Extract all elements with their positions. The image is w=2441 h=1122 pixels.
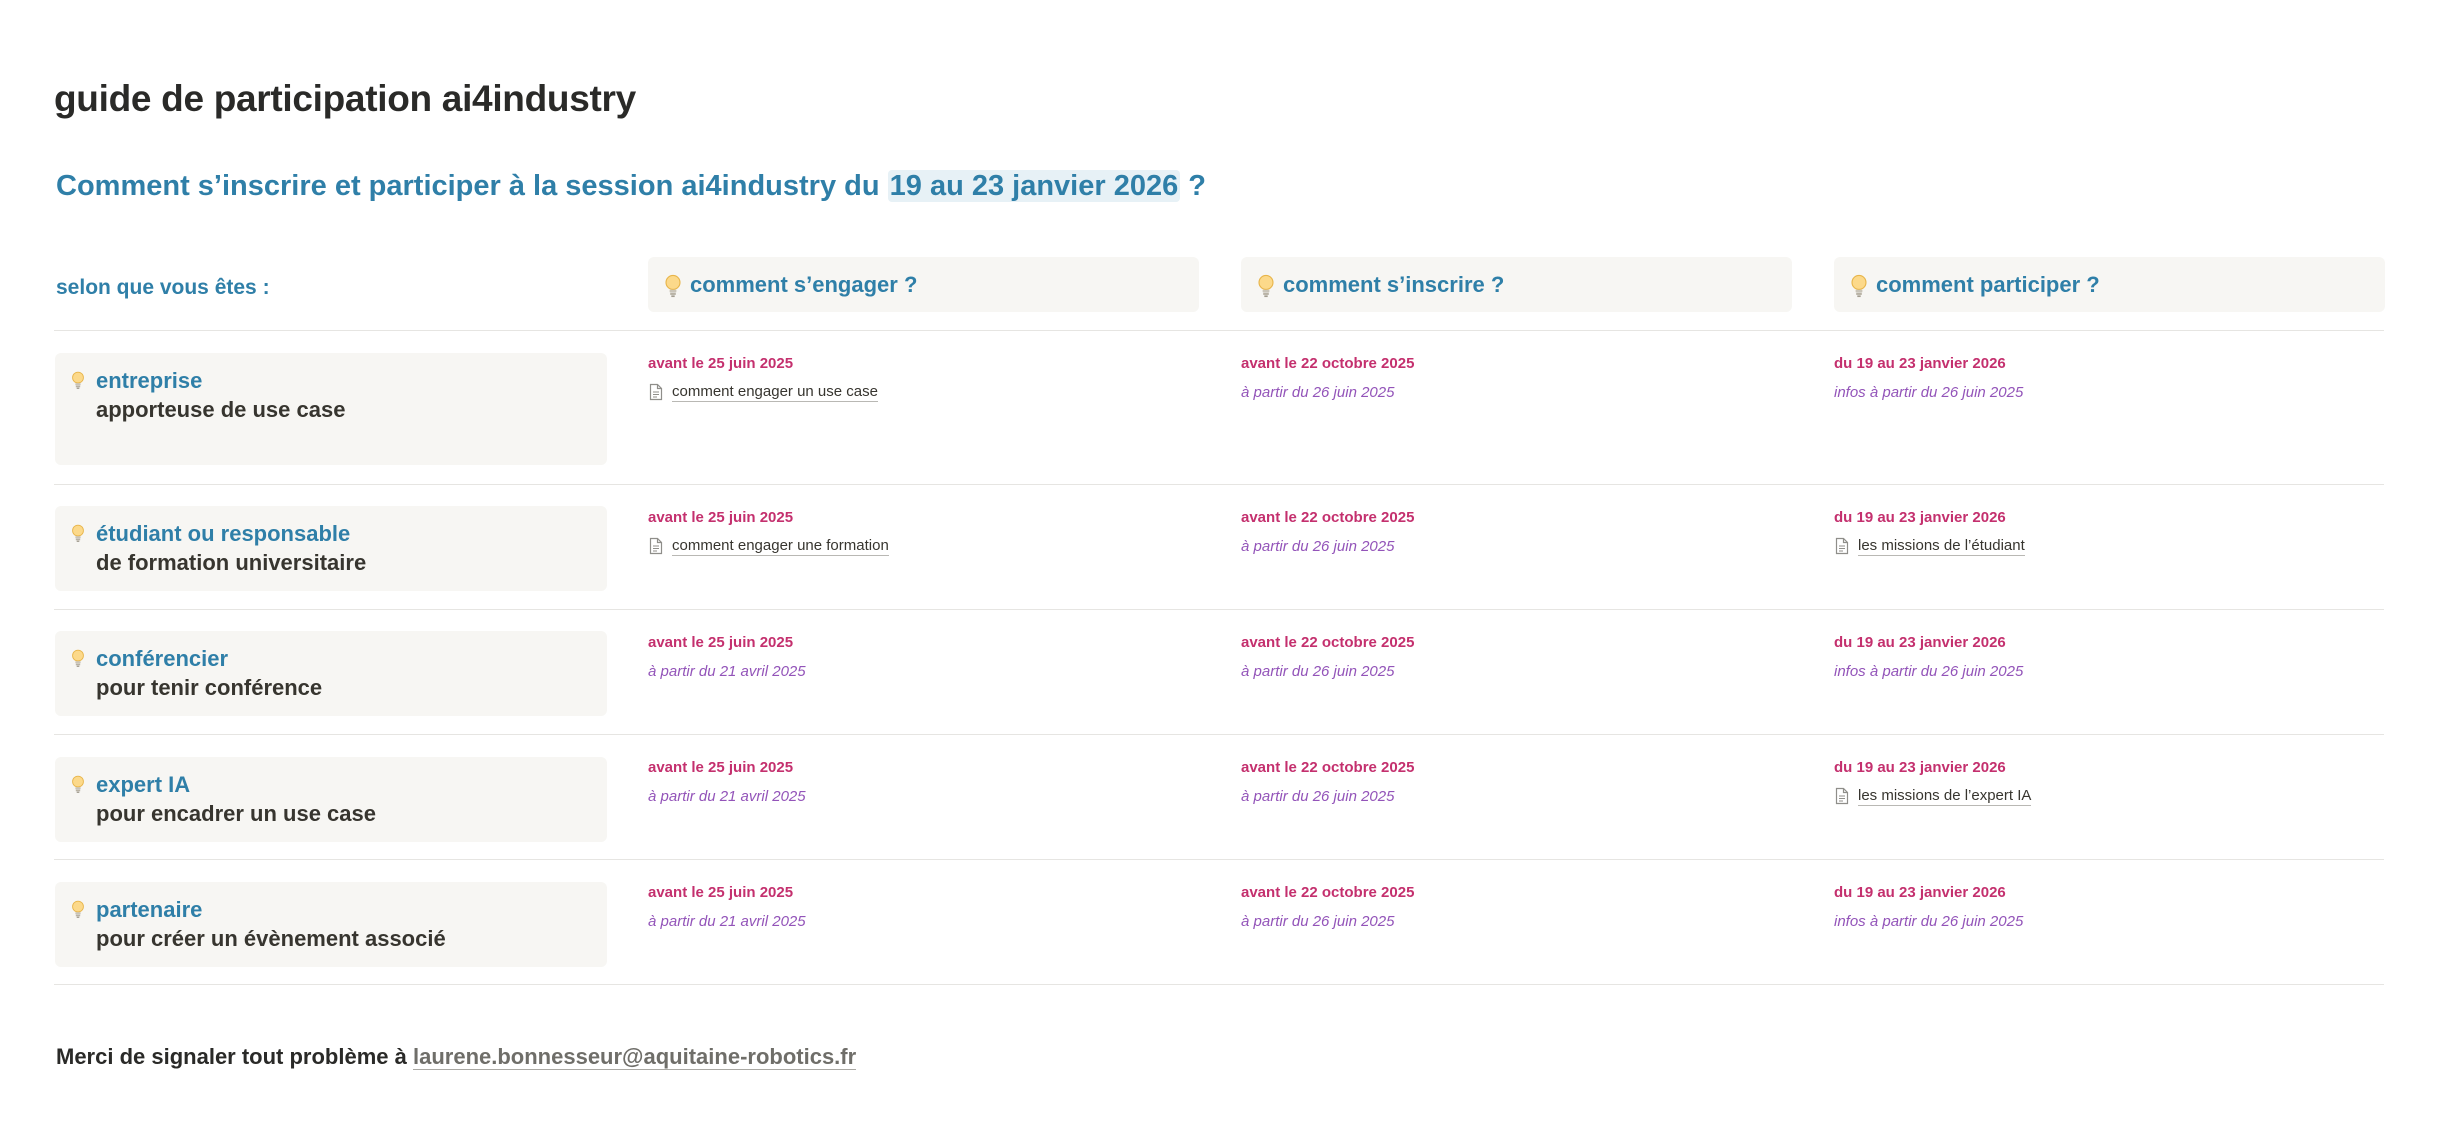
deadline-text: du 19 au 23 janvier 2026 — [1834, 634, 2006, 651]
document-link[interactable]: comment engager une formation — [648, 536, 889, 556]
deadline-text: avant le 22 octobre 2025 — [1241, 884, 1415, 901]
deadline-text: du 19 au 23 janvier 2026 — [1834, 884, 2006, 901]
cell-inscrire: avant le 22 octobre 2025 à partir du 26 j… — [1241, 354, 1414, 403]
document-link-label: comment engager une formation — [672, 537, 889, 556]
availability-note: infos à partir du 26 juin 2025 — [1834, 913, 2024, 930]
column-header-inscrire: comment s’inscrire ? — [1241, 257, 1792, 312]
document-link[interactable]: les missions de l’étudiant — [1834, 536, 2025, 556]
cell-engager: avant le 25 juin 2025 à partir du 21 avri… — [648, 633, 806, 682]
row-divider — [54, 734, 2384, 735]
document-link-label: les missions de l’expert IA — [1858, 787, 2032, 806]
lightbulb-icon — [71, 524, 85, 542]
availability-note: à partir du 26 juin 2025 — [1241, 538, 1395, 555]
cell-participer: du 19 au 23 janvier 2026 infos à partir d… — [1834, 354, 2023, 403]
column-header-engager: comment s’engager ? — [648, 257, 1199, 312]
document-icon — [648, 383, 664, 401]
subtitle-date-highlight: 19 au 23 janvier 2026 — [887, 170, 1181, 202]
cell-inscrire: avant le 22 octobre 2025 à partir du 26 j… — [1241, 883, 1414, 932]
column-header-label: comment s’inscrire ? — [1283, 271, 1505, 297]
lightbulb-icon — [1850, 274, 1868, 297]
document-icon — [1834, 537, 1850, 555]
role-card: partenaire pour créer un évènement associ… — [55, 882, 607, 967]
cell-participer: du 19 au 23 janvier 2026 les missions de … — [1834, 508, 2025, 556]
availability-note: à partir du 26 juin 2025 — [1241, 788, 1395, 805]
column-header-participer: comment participer ? — [1834, 257, 2385, 312]
deadline-text: du 19 au 23 janvier 2026 — [1834, 355, 2006, 372]
deadline-text: avant le 25 juin 2025 — [648, 355, 794, 372]
role-card: conférencier pour tenir conférence — [55, 631, 607, 716]
role-name: conférencier — [96, 646, 229, 671]
cell-engager: avant le 25 juin 2025 comment engager une… — [648, 508, 889, 556]
page-subtitle: Comment s’inscrire et participer à la se… — [56, 170, 1206, 203]
deadline-text: du 19 au 23 janvier 2026 — [1834, 509, 2006, 526]
row-divider — [54, 484, 2384, 485]
subtitle-prefix: Comment s’inscrire et participer à la se… — [56, 170, 888, 202]
cell-participer: du 19 au 23 janvier 2026 infos à partir d… — [1834, 883, 2023, 932]
availability-note: à partir du 26 juin 2025 — [1241, 913, 1395, 930]
cell-participer: du 19 au 23 janvier 2026 les missions de … — [1834, 758, 2032, 806]
row-divider — [54, 609, 2384, 610]
deadline-text: avant le 22 octobre 2025 — [1241, 634, 1415, 651]
lightbulb-icon — [664, 274, 682, 297]
role-name: partenaire — [96, 897, 203, 922]
document-link-label: les missions de l’étudiant — [1858, 537, 2025, 556]
availability-note: à partir du 21 avril 2025 — [648, 788, 806, 805]
role-name: expert IA — [96, 772, 191, 797]
role-description: de formation universitaire — [96, 550, 367, 575]
deadline-text: avant le 25 juin 2025 — [648, 509, 794, 526]
contact-email-link[interactable]: laurene.bonnesseur@aquitaine-robotics.fr — [412, 1044, 857, 1070]
role-description: pour encadrer un use case — [96, 801, 376, 826]
role-description: pour créer un évènement associé — [96, 926, 446, 951]
lightbulb-icon — [71, 649, 85, 667]
row-divider — [54, 859, 2384, 860]
document-link[interactable]: les missions de l’expert IA — [1834, 786, 2032, 806]
cell-engager: avant le 25 juin 2025 à partir du 21 avri… — [648, 883, 806, 932]
selon-label: selon que vous êtes : — [56, 276, 270, 299]
cell-inscrire: avant le 22 octobre 2025 à partir du 26 j… — [1241, 508, 1414, 557]
cell-inscrire: avant le 22 octobre 2025 à partir du 26 j… — [1241, 633, 1414, 682]
role-description: apporteuse de use case — [96, 397, 346, 422]
role-card: étudiant ou responsable de formation univ… — [55, 506, 607, 591]
deadline-text: avant le 25 juin 2025 — [648, 634, 794, 651]
role-description: pour tenir conférence — [96, 675, 323, 700]
lightbulb-icon — [71, 900, 85, 918]
availability-note: à partir du 26 juin 2025 — [1241, 663, 1395, 680]
row-divider — [54, 330, 2384, 331]
deadline-text: du 19 au 23 janvier 2026 — [1834, 759, 2006, 776]
deadline-text: avant le 22 octobre 2025 — [1241, 759, 1415, 776]
page-title: guide de participation ai4industry — [54, 78, 636, 119]
row-divider — [54, 984, 2384, 985]
cell-engager: avant le 25 juin 2025 à partir du 21 avri… — [648, 758, 806, 807]
footer-note: Merci de signaler tout problème à lauren… — [56, 1044, 857, 1070]
document-link[interactable]: comment engager un use case — [648, 382, 878, 402]
role-name: entreprise — [96, 368, 203, 393]
lightbulb-icon — [71, 775, 85, 793]
deadline-text: avant le 22 octobre 2025 — [1241, 509, 1415, 526]
cell-participer: du 19 au 23 janvier 2026 infos à partir d… — [1834, 633, 2023, 682]
role-card: entreprise apporteuse de use case — [55, 353, 607, 465]
document-link-label: comment engager un use case — [672, 383, 878, 402]
availability-note: infos à partir du 26 juin 2025 — [1834, 663, 2024, 680]
availability-note: à partir du 21 avril 2025 — [648, 913, 806, 930]
document-icon — [1834, 787, 1850, 805]
document-icon — [648, 537, 664, 555]
cell-inscrire: avant le 22 octobre 2025 à partir du 26 j… — [1241, 758, 1414, 807]
footer-text: Merci de signaler tout problème à — [56, 1044, 413, 1069]
column-header-label: comment s’engager ? — [690, 271, 918, 297]
deadline-text: avant le 25 juin 2025 — [648, 884, 794, 901]
availability-note: infos à partir du 26 juin 2025 — [1834, 384, 2024, 401]
role-name: étudiant ou responsable — [96, 521, 351, 546]
lightbulb-icon — [71, 371, 85, 389]
role-card: expert IA pour encadrer un use case — [55, 757, 607, 842]
column-header-label: comment participer ? — [1876, 271, 2100, 297]
availability-note: à partir du 26 juin 2025 — [1241, 384, 1395, 401]
subtitle-suffix: ? — [1180, 170, 1207, 202]
deadline-text: avant le 25 juin 2025 — [648, 759, 794, 776]
deadline-text: avant le 22 octobre 2025 — [1241, 355, 1415, 372]
cell-engager: avant le 25 juin 2025 comment engager un … — [648, 354, 878, 402]
lightbulb-icon — [1257, 274, 1275, 297]
availability-note: à partir du 21 avril 2025 — [648, 663, 806, 680]
